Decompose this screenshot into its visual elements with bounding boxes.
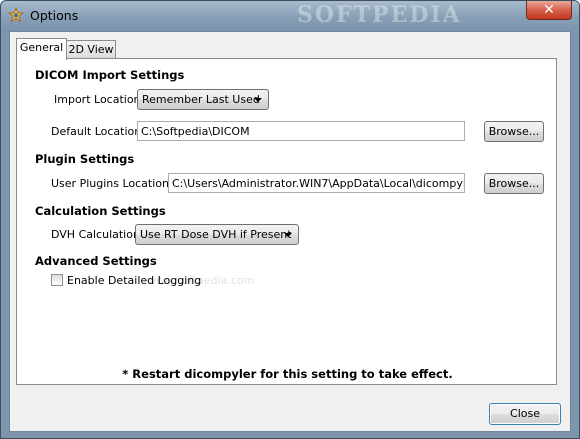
window-title: Options [30, 8, 79, 23]
dvh-calculation-select[interactable]: Use RT Dose DVH if Present [135, 224, 299, 245]
default-location-browse-button[interactable]: Browse... [484, 121, 544, 142]
detailed-logging-label[interactable]: Enable Detailed Logging [67, 274, 201, 287]
import-location-select[interactable]: Remember Last Used [137, 89, 269, 110]
default-location-label: Default Location: [51, 125, 145, 138]
user-plugins-label: User Plugins Location*: [51, 177, 179, 190]
restart-note: * Restart dicompyler for this setting to… [122, 367, 453, 381]
user-plugins-field[interactable]: C:\Users\Administrator.WIN7\AppData\Loca… [168, 173, 465, 193]
dialog-client-area: General 2D View www.softpedia.com DICOM … [9, 31, 571, 432]
default-location-value: C:\Softpedia\DICOM [141, 125, 250, 138]
softpedia-watermark: SOFTPEDIA [297, 2, 462, 28]
tab-2d-view[interactable]: 2D View [66, 40, 116, 60]
import-location-value: Remember Last Used [142, 93, 260, 106]
user-plugins-browse-button[interactable]: Browse... [484, 173, 544, 194]
detailed-logging-checkbox[interactable] [51, 274, 63, 286]
chevron-down-icon [254, 98, 262, 102]
general-tab-panel: www.softpedia.com DICOM Import Settings … [16, 58, 557, 385]
window-close-button[interactable]: ✕ [526, 1, 572, 20]
options-window: Options SOFTPEDIA ✕ General 2D View www.… [0, 0, 580, 439]
dicom-import-heading: DICOM Import Settings [35, 68, 185, 82]
chevron-down-icon [284, 233, 292, 237]
advanced-settings-heading: Advanced Settings [35, 254, 157, 268]
close-button[interactable]: Close [489, 403, 561, 425]
plugin-settings-heading: Plugin Settings [35, 152, 135, 166]
user-plugins-value: C:\Users\Administrator.WIN7\AppData\Loca… [172, 177, 465, 190]
tab-general[interactable]: General [16, 38, 67, 60]
dicompyler-star-icon [8, 7, 24, 23]
title-bar[interactable]: Options SOFTPEDIA ✕ [1, 1, 579, 31]
dvh-calculation-value: Use RT Dose DVH if Present [140, 228, 292, 241]
import-location-label: Import Location: [54, 93, 145, 106]
default-location-field[interactable]: C:\Softpedia\DICOM [137, 121, 465, 141]
calculation-settings-heading: Calculation Settings [35, 204, 166, 218]
dvh-calculation-label: DVH Calculation: [51, 228, 144, 241]
